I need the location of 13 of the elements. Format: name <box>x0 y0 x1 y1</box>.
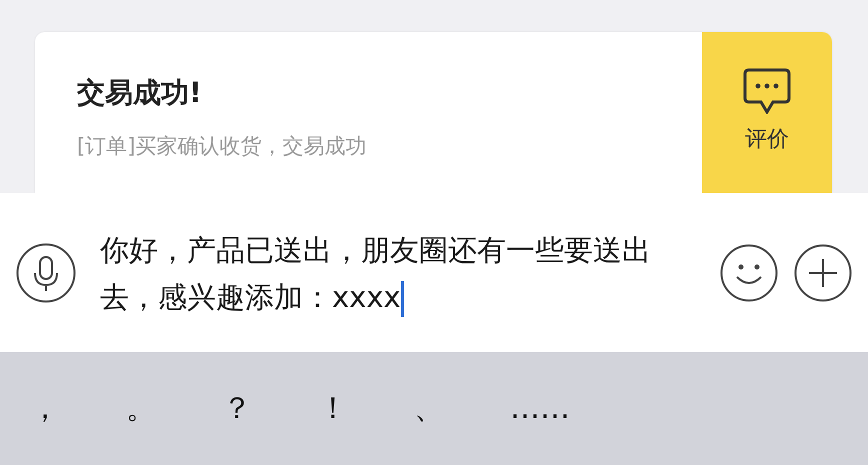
keyboard-key[interactable]: ， <box>22 388 118 429</box>
keyboard-key[interactable]: ！ <box>310 388 406 429</box>
notification-subtitle: [订单]买家确认收货，交易成功 <box>77 133 368 160</box>
keyboard-key[interactable]: ？ <box>214 388 310 429</box>
keyboard-key[interactable]: …… <box>502 391 598 426</box>
microphone-icon[interactable] <box>16 242 76 302</box>
keyboard-key[interactable]: 、 <box>406 388 502 429</box>
notification-title: 交易成功! <box>77 75 203 111</box>
keyboard-key[interactable]: 。 <box>118 388 214 429</box>
review-button[interactable]: 评价 <box>702 32 832 193</box>
plus-icon[interactable] <box>794 244 852 302</box>
emoji-icon[interactable] <box>720 244 778 302</box>
chat-bubble-icon <box>743 68 791 114</box>
